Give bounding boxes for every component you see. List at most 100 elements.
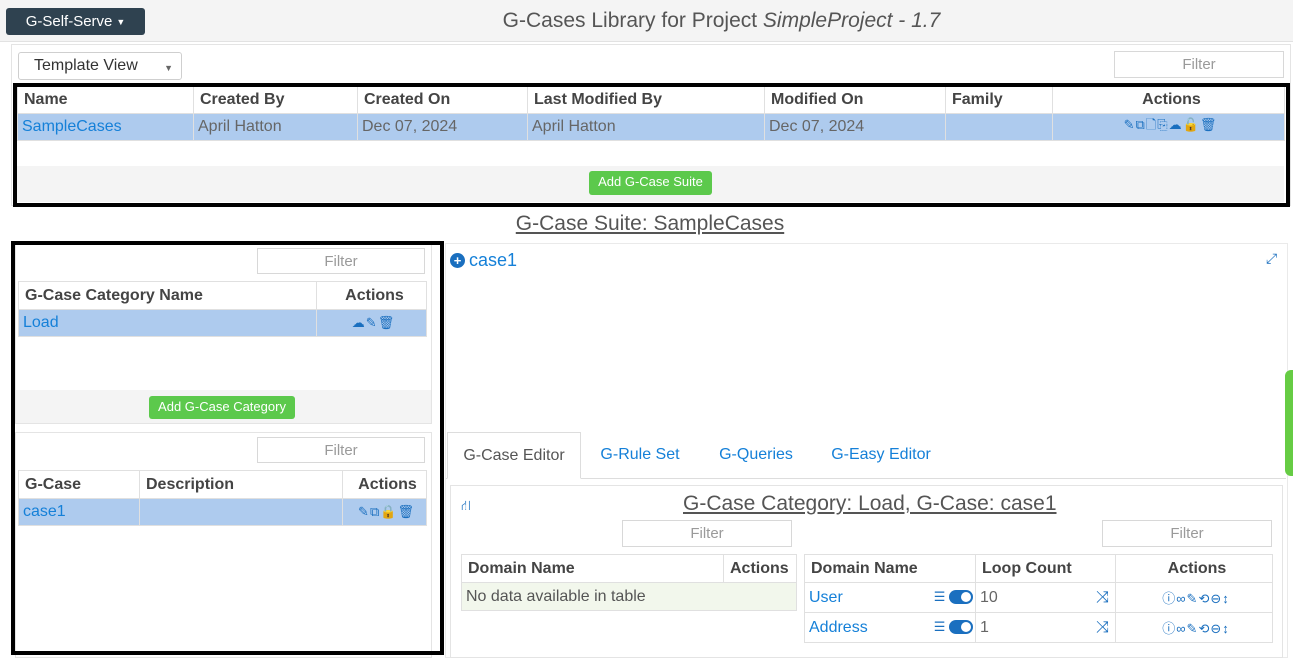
unlock-icon[interactable]: 🔓 xyxy=(1183,117,1200,133)
table-row[interactable]: User ☰ 10 ⤨ ⓘ∞✎⟲⊖↕ xyxy=(804,582,1273,613)
cell-family xyxy=(945,113,1053,141)
loop-count-cell: 1 ⤨ xyxy=(975,612,1116,643)
toggle-switch[interactable] xyxy=(949,590,973,605)
col-modified-on[interactable]: Modified On xyxy=(764,85,946,114)
library-filter-input[interactable]: Filter xyxy=(1114,51,1284,78)
vertical-arrows-icon[interactable]: ↕ xyxy=(1222,621,1230,636)
editor-left-table: Domain Name Actions No data available in… xyxy=(461,554,797,611)
editor-left-filter-input[interactable]: Filter xyxy=(622,520,792,547)
gcase-filter-input[interactable]: Filter xyxy=(257,437,425,463)
loop-count-cell: 10 ⤨ xyxy=(975,582,1116,613)
col-created-on[interactable]: Created On xyxy=(357,85,528,114)
col-category-actions: Actions xyxy=(316,281,427,310)
view-select[interactable]: Template View ▼ xyxy=(18,52,182,80)
table-row[interactable]: Address ☰ 1 ⤨ ⓘ∞✎⟲⊖↕ xyxy=(804,612,1273,643)
col-loop-count[interactable]: Loop Count xyxy=(975,554,1116,583)
domain-actions: ⓘ∞✎⟲⊖↕ xyxy=(1115,612,1273,643)
cell-modified-on: Dec 07, 2024 xyxy=(764,113,946,141)
edit-icon[interactable]: ✎ xyxy=(1124,117,1136,133)
suite-actions: ✎⧉🗋⎘☁🔓🗑 xyxy=(1052,113,1285,141)
cell-created-on: Dec 07, 2024 xyxy=(357,113,528,141)
infinity-icon[interactable]: ∞ xyxy=(1176,591,1186,606)
domain-link[interactable]: User xyxy=(809,589,843,606)
editor-right-table: Domain Name Loop Count Actions User ☰ 10… xyxy=(804,554,1273,643)
col-family[interactable]: Family xyxy=(945,85,1053,114)
sliders-icon[interactable]: ☰ xyxy=(934,619,946,634)
shuffle-icon[interactable]: ⤨ xyxy=(1096,589,1114,607)
cloud-download-icon[interactable]: ☁ xyxy=(352,315,366,331)
col-right-domain-name[interactable]: Domain Name xyxy=(804,554,976,583)
vertical-arrows-icon[interactable]: ↕ xyxy=(1222,591,1230,606)
shuffle-icon[interactable]: ⤨ xyxy=(1096,619,1114,637)
col-category-name[interactable]: G-Case Category Name xyxy=(18,281,317,310)
g-self-serve-menu-button[interactable]: G-Self-Serve ▼ xyxy=(6,8,145,35)
loop-count-value: 10 xyxy=(980,588,998,606)
page-title-prefix: G-Cases Library for Project xyxy=(502,9,763,32)
table-row[interactable]: SampleCases April Hatton Dec 07, 2024 Ap… xyxy=(17,113,1285,141)
copy-icon[interactable]: ⧉ xyxy=(1136,117,1146,133)
tab-g-easy-editor[interactable]: G-Easy Editor xyxy=(822,432,940,479)
suite-title: G-Case Suite: SampleCases xyxy=(515,212,785,235)
add-g-case-category-button[interactable]: Add G-Case Category xyxy=(149,396,295,419)
gcases-table: G-Case Description Actions case1 ✎⧉🔒🗑 xyxy=(18,470,427,526)
table-row: No data available in table xyxy=(461,582,797,611)
edit-icon[interactable]: ✎ xyxy=(1187,621,1199,637)
loop-count-value: 1 xyxy=(980,618,989,636)
library-table: Name Created By Created On Last Modified… xyxy=(17,85,1285,141)
col-left-domain-name[interactable]: Domain Name xyxy=(461,554,724,583)
gcases-panel xyxy=(15,432,432,658)
col-actions: Actions xyxy=(1052,85,1285,114)
tree-node-case1[interactable]: + case1 xyxy=(450,250,517,271)
page-title: G-Cases Library for Project SimpleProjec… xyxy=(150,9,1293,33)
copy-icon[interactable]: ⧉ xyxy=(370,504,380,520)
category-filter-input[interactable]: Filter xyxy=(257,248,425,274)
col-name[interactable]: Name xyxy=(17,85,194,114)
infinity-icon[interactable]: ∞ xyxy=(1176,621,1186,636)
trash-icon[interactable]: 🗑 xyxy=(378,315,396,331)
sitemap-icon[interactable]: ⛙ xyxy=(461,497,471,516)
gcase-name-link[interactable]: case1 xyxy=(18,498,140,526)
domain-controls: ☰ xyxy=(934,589,975,605)
gcase-actions: ✎⧉🔒🗑 xyxy=(342,498,427,526)
sliders-icon[interactable]: ☰ xyxy=(934,589,946,604)
trash-icon[interactable]: 🗑 xyxy=(1200,117,1218,133)
file-icon[interactable]: 🗋 xyxy=(1146,116,1157,138)
category-name-link[interactable]: Load xyxy=(18,309,317,337)
col-description[interactable]: Description xyxy=(139,470,343,499)
col-last-modified-by[interactable]: Last Modified By xyxy=(527,85,765,114)
info-icon[interactable]: ⓘ xyxy=(1162,618,1176,637)
suite-name-link[interactable]: SampleCases xyxy=(17,113,194,141)
tab-g-rule-set[interactable]: G-Rule Set xyxy=(588,432,692,479)
col-gcase[interactable]: G-Case xyxy=(18,470,140,499)
add-g-case-suite-button[interactable]: Add G-Case Suite xyxy=(589,171,712,195)
edit-icon[interactable]: ✎ xyxy=(358,504,370,520)
col-created-by[interactable]: Created By xyxy=(193,85,358,114)
domain-link[interactable]: Address xyxy=(809,619,868,636)
cell-last-modified-by: April Hatton xyxy=(527,113,765,141)
project-name: SimpleProject - 1.7 xyxy=(762,9,941,32)
lock-icon[interactable]: 🔒 xyxy=(380,504,397,520)
editor-right-filter-input[interactable]: Filter xyxy=(1102,520,1272,547)
menu-label: G-Self-Serve xyxy=(25,13,113,30)
side-drawer-handle[interactable] xyxy=(1285,370,1293,476)
tab-g-queries[interactable]: G-Queries xyxy=(708,432,804,479)
table-row[interactable]: case1 ✎⧉🔒🗑 xyxy=(18,498,427,526)
table-row[interactable]: Load ☁✎🗑 xyxy=(18,309,427,337)
repeat-icon[interactable]: ⟲ xyxy=(1198,591,1210,607)
domain-cell: Address ☰ xyxy=(804,612,976,643)
categories-table: G-Case Category Name Actions Load ☁✎🗑 xyxy=(18,281,427,337)
info-icon[interactable]: ⓘ xyxy=(1162,588,1176,607)
plus-circle-icon[interactable]: + xyxy=(450,253,465,268)
col-gcase-actions: Actions xyxy=(342,470,427,499)
expand-icon[interactable]: ⤢ xyxy=(1266,250,1277,267)
trash-icon[interactable]: 🗑 xyxy=(397,504,415,520)
edit-icon[interactable]: ✎ xyxy=(1187,591,1199,607)
tab-g-case-editor[interactable]: G-Case Editor xyxy=(447,432,581,479)
edit-icon[interactable]: ✎ xyxy=(366,315,378,331)
repeat-icon[interactable]: ⟲ xyxy=(1198,621,1210,637)
minus-circle-icon[interactable]: ⊖ xyxy=(1210,591,1222,607)
toggle-switch[interactable] xyxy=(949,620,973,635)
cloud-download-icon[interactable]: ☁ xyxy=(1169,117,1183,133)
export-icon[interactable]: ⎘ xyxy=(1157,117,1168,133)
minus-circle-icon[interactable]: ⊖ xyxy=(1210,621,1222,637)
